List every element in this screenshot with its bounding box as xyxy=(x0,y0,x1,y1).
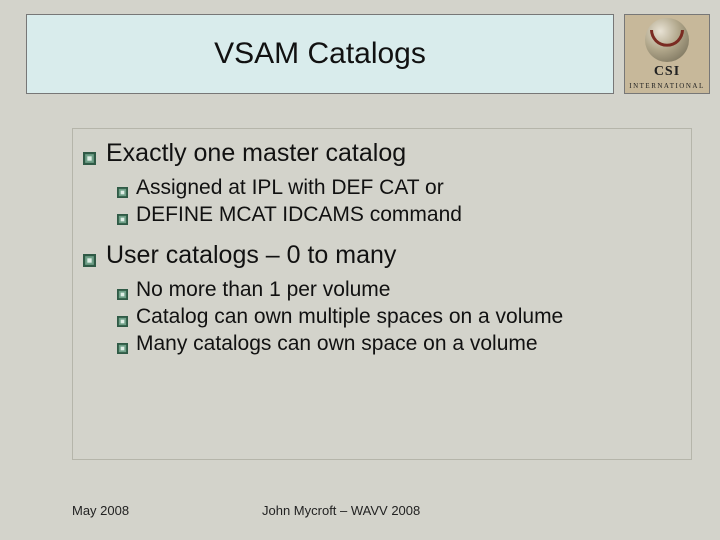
list-item-text: DEFINE MCAT IDCAMS command xyxy=(136,201,677,228)
list-item: No more than 1 per volume xyxy=(117,276,677,303)
list-item-text: Assigned at IPL with DEF CAT or xyxy=(136,174,677,201)
list-item-text: Many catalogs can own space on a volume xyxy=(136,330,677,357)
header: VSAM Catalogs CSI INTERNATIONAL xyxy=(26,14,710,94)
list-item: Exactly one master catalog Assigned at I… xyxy=(83,139,677,229)
footer: May 2008 John Mycroft – WAVV 2008 xyxy=(72,503,692,518)
sub-list: Assigned at IPL with DEF CAT or DEFINE M… xyxy=(117,174,677,229)
logo-swirl-icon xyxy=(645,18,689,62)
logo: CSI INTERNATIONAL xyxy=(624,14,710,94)
list-item: User catalogs – 0 to many No more than 1… xyxy=(83,241,677,358)
logo-text-main: CSI xyxy=(654,64,680,80)
footer-author: John Mycroft – WAVV 2008 xyxy=(252,503,692,518)
bullet-list: Exactly one master catalog Assigned at I… xyxy=(83,139,677,357)
list-item-text: No more than 1 per volume xyxy=(136,276,677,303)
slide-title: VSAM Catalogs xyxy=(214,37,426,71)
bullet-icon xyxy=(117,214,128,225)
bullet-icon xyxy=(117,289,128,300)
list-item: DEFINE MCAT IDCAMS command xyxy=(117,201,677,228)
list-item: Many catalogs can own space on a volume xyxy=(117,330,677,357)
bullet-icon xyxy=(83,152,96,165)
list-item: Assigned at IPL with DEF CAT or xyxy=(117,174,677,201)
bullet-icon xyxy=(83,254,96,267)
title-box: VSAM Catalogs xyxy=(26,14,614,94)
list-item-text: Catalog can own multiple spaces on a vol… xyxy=(136,303,677,330)
content: Exactly one master catalog Assigned at I… xyxy=(72,128,692,460)
bullet-icon xyxy=(117,343,128,354)
sub-list: No more than 1 per volume Catalog can ow… xyxy=(117,276,677,358)
list-item-text: User catalogs – 0 to many xyxy=(106,241,396,270)
footer-date: May 2008 xyxy=(72,503,252,518)
bullet-icon xyxy=(117,187,128,198)
bullet-icon xyxy=(117,316,128,327)
list-item: Catalog can own multiple spaces on a vol… xyxy=(117,303,677,330)
list-item-text: Exactly one master catalog xyxy=(106,139,406,168)
logo-text-sub: INTERNATIONAL xyxy=(629,82,705,90)
